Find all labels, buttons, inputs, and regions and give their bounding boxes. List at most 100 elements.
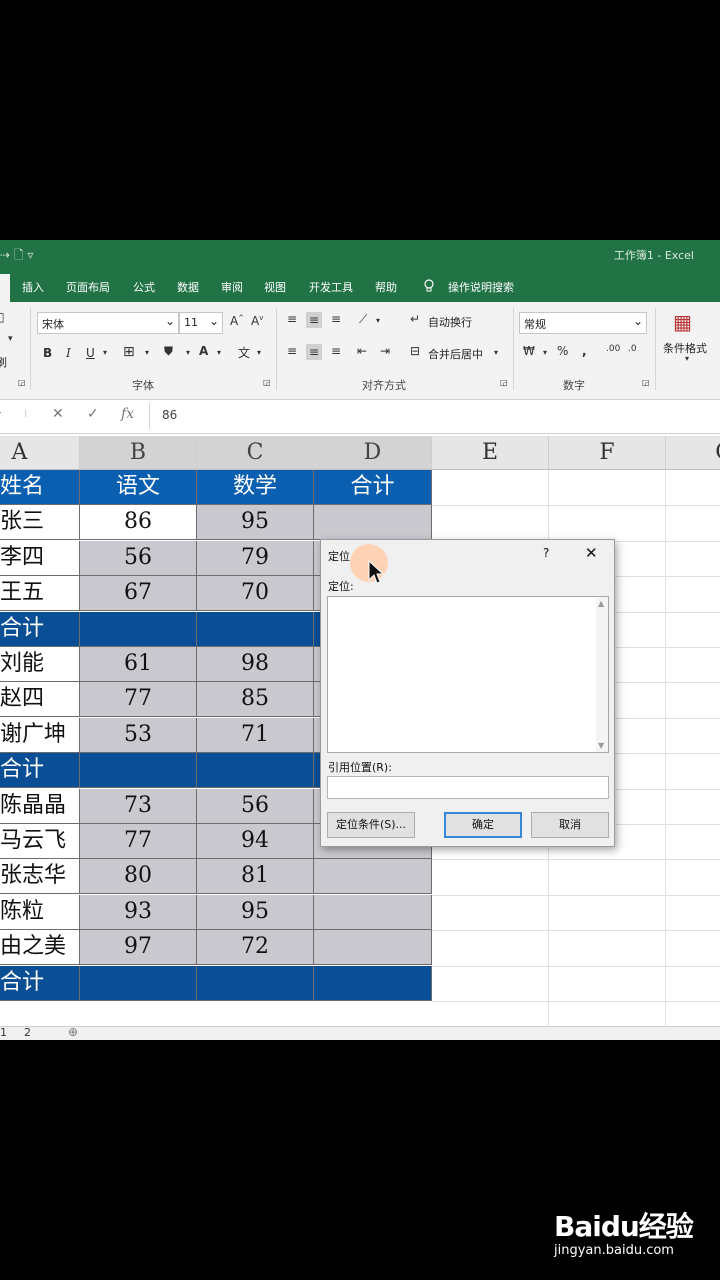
tab-help[interactable]: 帮助 [375, 279, 397, 295]
goto-special-button[interactable]: 定位条件(S)... [327, 812, 415, 838]
table-cell[interactable]: 张三 [0, 505, 80, 541]
dialog-launcher-icon[interactable]: ◲ [18, 378, 26, 387]
close-icon[interactable]: ✕ [585, 544, 598, 562]
table-cell[interactable]: 95 [197, 894, 314, 930]
decrease-indent-icon[interactable]: ⇤ [357, 344, 367, 358]
tell-me-search[interactable]: 操作说明搜索 [448, 279, 514, 295]
table-cell[interactable]: 陈粒 [0, 894, 80, 930]
table-cell[interactable]: 81 [197, 859, 314, 895]
dropdown-arrow-icon[interactable]: ▾ [685, 354, 689, 363]
table-cell[interactable]: 马云飞 [0, 824, 80, 859]
table-cell[interactable]: 93 [80, 894, 197, 930]
font-name-select[interactable]: 宋体 ⌄ [37, 312, 179, 334]
decrease-decimal-icon[interactable]: .0 [628, 344, 637, 354]
table-cell[interactable]: 71 [197, 717, 314, 753]
column-header-d[interactable]: D [314, 436, 432, 470]
sheet-tab-2[interactable]: 2 [24, 1026, 31, 1039]
subtotal-row-cell[interactable]: 合计 [0, 965, 80, 1001]
align-top-icon[interactable]: ≡ [287, 312, 297, 326]
align-bottom-icon[interactable]: ≡ [331, 312, 341, 326]
table-cell[interactable]: 谢广坤 [0, 717, 80, 753]
conditional-format-icon[interactable]: ▦ [673, 310, 692, 334]
increase-indent-icon[interactable]: ⇥ [380, 344, 390, 358]
subtotal-row-cell[interactable] [197, 753, 314, 789]
dropdown-arrow-icon[interactable]: ▾ [494, 348, 498, 357]
dropdown-arrow-icon[interactable]: ▾ [145, 348, 149, 357]
table-cell[interactable]: 张志华 [0, 859, 80, 895]
table-cell[interactable]: 85 [197, 682, 314, 718]
font-color-icon[interactable]: A [199, 344, 208, 358]
subtotal-row-cell[interactable] [80, 611, 197, 647]
table-header-cell[interactable]: 合计 [314, 470, 432, 505]
bold-button[interactable]: B [43, 346, 52, 360]
cancel-icon[interactable]: ✕ [52, 406, 64, 422]
fill-color-icon[interactable]: ⛊ [164, 344, 173, 359]
table-header-cell[interactable]: 语文 [80, 470, 197, 505]
comma-style-icon[interactable]: , [582, 344, 587, 358]
border-icon[interactable]: ⊞ [123, 344, 135, 360]
tab-view[interactable]: 视图 [264, 279, 286, 295]
tab-page-layout[interactable]: 页面布局 [66, 279, 110, 295]
table-cell[interactable] [314, 894, 432, 930]
table-cell[interactable]: 陈晶晶 [0, 788, 80, 824]
subtotal-row-cell[interactable] [80, 965, 197, 1001]
table-cell[interactable]: 94 [197, 824, 314, 859]
column-header-c[interactable]: C [197, 436, 314, 470]
tab-developer[interactable]: 开发工具 [309, 279, 353, 295]
dropdown-arrow-icon[interactable]: ▾ [103, 348, 107, 357]
orientation-icon[interactable]: ⟋ [359, 312, 367, 327]
table-cell[interactable]: 77 [80, 824, 197, 859]
table-cell[interactable]: 77 [80, 682, 197, 718]
column-header-a[interactable]: A [0, 436, 80, 470]
subtotal-row-cell[interactable] [314, 965, 432, 1001]
wrap-text-button[interactable]: 自动换行 [428, 314, 472, 330]
dropdown-arrow-icon[interactable]: ▾ [257, 348, 261, 357]
subtotal-row-cell[interactable] [197, 611, 314, 647]
table-cell[interactable]: 86 [80, 505, 197, 541]
italic-button[interactable]: I [66, 346, 71, 360]
increase-decimal-icon[interactable]: .00 [606, 344, 620, 354]
sheet-tab-1[interactable]: 1 [0, 1026, 7, 1039]
tab-insert[interactable]: 插入 [22, 279, 44, 295]
quick-access-toolbar[interactable]: ⇢ 🗋 ▿ [0, 246, 33, 267]
list-scrollbar[interactable]: ▲ ▼ [596, 597, 608, 752]
help-icon[interactable]: ? [543, 546, 549, 560]
subtotal-row-cell[interactable] [80, 753, 197, 789]
merge-center-button[interactable]: 合并后居中 [428, 346, 483, 362]
align-left-icon[interactable]: ≡ [287, 344, 297, 358]
table-cell[interactable]: 98 [197, 647, 314, 682]
paste-icon-partial[interactable]: ▯ [0, 310, 5, 324]
tab-data[interactable]: 数据 [177, 279, 199, 295]
subtotal-row-cell[interactable] [197, 965, 314, 1001]
dropdown-arrow-icon[interactable]: ▾ [376, 316, 380, 325]
decrease-font-icon[interactable]: Av [251, 314, 263, 328]
subtotal-row-cell[interactable]: 合计 [0, 753, 80, 789]
table-cell[interactable]: 79 [197, 540, 314, 576]
subtotal-row-cell[interactable]: 合计 [0, 611, 80, 647]
align-middle-icon[interactable]: ≡ [306, 312, 323, 328]
table-cell[interactable]: 97 [80, 930, 197, 966]
column-header-g[interactable]: G [666, 436, 720, 470]
percent-icon[interactable]: % [557, 344, 568, 358]
underline-button[interactable]: U [86, 346, 95, 360]
dropdown-arrow-icon[interactable]: ▾ [8, 334, 13, 344]
align-right-icon[interactable]: ≡ [331, 344, 341, 358]
add-sheet-icon[interactable]: ⊕ [68, 1025, 78, 1039]
table-header-cell[interactable]: 数学 [197, 470, 314, 505]
column-header-b[interactable]: B [80, 436, 197, 470]
font-size-select[interactable]: 11 ⌄ [179, 312, 223, 334]
dialog-launcher-icon[interactable]: ◲ [500, 378, 508, 387]
name-box-dropdown-icon[interactable]: ▾ [0, 409, 1, 420]
phonetic-guide-icon[interactable]: 文 [238, 344, 250, 361]
goto-list[interactable]: ▲ ▼ [327, 596, 609, 753]
number-format-select[interactable]: 常规 ⌄ [519, 312, 647, 334]
table-cell[interactable]: 61 [80, 647, 197, 682]
currency-icon[interactable]: ₩ [523, 344, 535, 358]
align-center-icon[interactable]: ≡ [306, 344, 323, 360]
tab-home-partial[interactable] [0, 274, 10, 302]
table-cell[interactable]: 赵四 [0, 682, 80, 718]
table-cell[interactable] [314, 859, 432, 895]
table-cell[interactable]: 95 [197, 505, 314, 541]
table-cell[interactable]: 56 [80, 540, 197, 576]
merge-icon[interactable]: ⊟ [410, 344, 420, 358]
